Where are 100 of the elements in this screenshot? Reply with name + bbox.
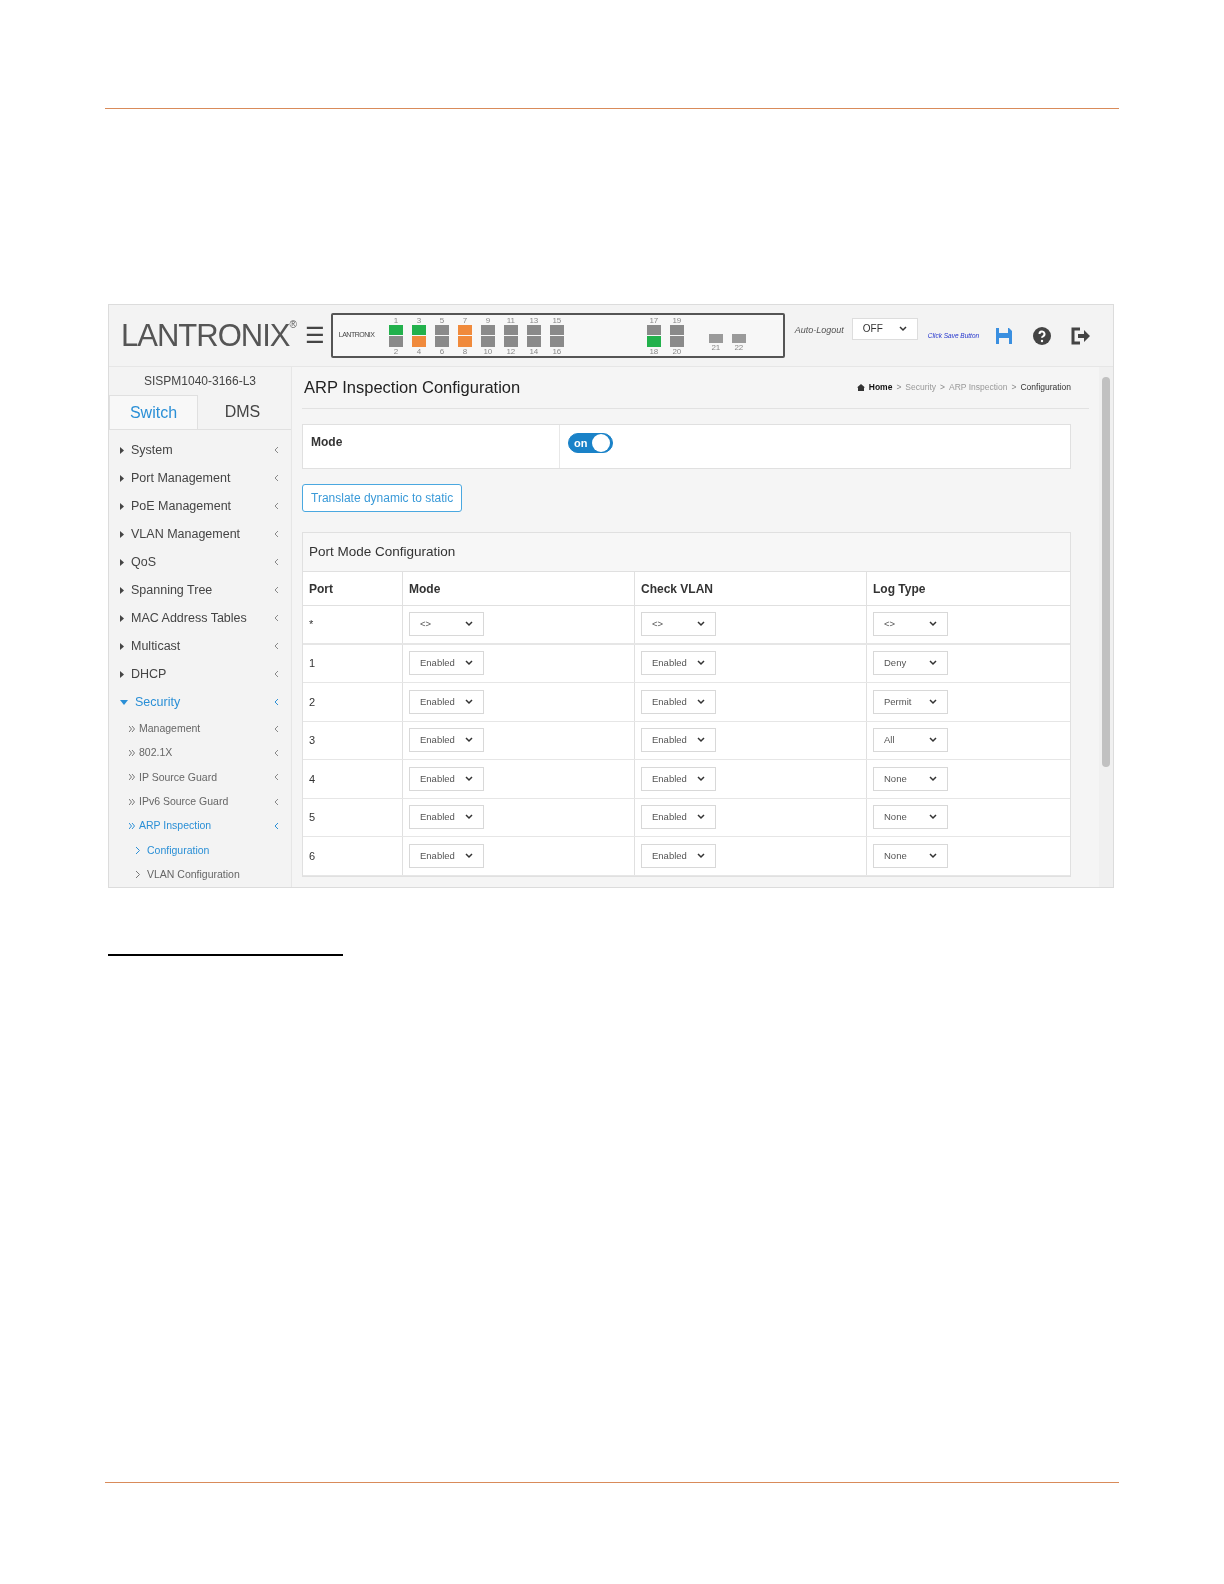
sidebar-subitem[interactable]: VLAN Configuration (109, 862, 291, 887)
caret-right-icon (120, 586, 124, 594)
save-icon[interactable] (995, 326, 1014, 345)
chevron-down-icon (697, 737, 705, 744)
chevron-icon (274, 614, 279, 623)
sidebar-subitem[interactable]: IP Source Guard (109, 765, 291, 790)
port-number: 7 (462, 315, 468, 325)
chevron-icon (274, 670, 279, 679)
port-cell-text: 4 (309, 771, 316, 787)
chevron-down-icon (465, 621, 473, 628)
mode-toggle[interactable]: on (568, 433, 613, 453)
chevron-icon (274, 773, 279, 782)
chevron-icon (274, 586, 279, 595)
uplink-port (708, 333, 723, 343)
menu-icon[interactable]: ☰ (304, 324, 325, 347)
port-number: 14 (529, 346, 539, 356)
port-number: 21 (711, 342, 721, 352)
port-number: 19 (672, 315, 682, 325)
port-number: 12 (506, 346, 516, 356)
port-number: 5 (439, 315, 445, 325)
chevron-down-icon (697, 621, 705, 628)
chevron-down-icon (898, 325, 907, 332)
scrollbar-thumb[interactable] (1102, 377, 1110, 767)
select-field[interactable]: <> (873, 612, 948, 637)
sidebar-item[interactable]: Port Management (109, 464, 291, 493)
select-field[interactable]: Deny (873, 651, 948, 676)
sidebar-subitem[interactable]: 802.1X (109, 740, 291, 766)
select-field[interactable]: Enabled (641, 805, 716, 830)
port-number: 11 (506, 315, 515, 325)
sidebar-tab[interactable]: DMS (198, 394, 287, 430)
port-cell-text: 1 (309, 656, 316, 671)
breadcrumb-link[interactable]: Home (868, 381, 893, 394)
logout-icon[interactable] (1071, 326, 1092, 345)
sidebar-item[interactable]: System (109, 436, 291, 465)
select-field[interactable]: None (873, 766, 948, 791)
select-field[interactable]: Enabled (641, 843, 716, 868)
select-field[interactable]: <> (641, 612, 716, 637)
chevron-icon (274, 724, 279, 733)
sidebar-item[interactable]: DHCP (109, 660, 291, 689)
select-field[interactable]: Enabled (641, 766, 716, 791)
select-field[interactable]: Permit (873, 689, 948, 714)
port-number: 2 (393, 346, 399, 356)
select-field[interactable]: None (873, 805, 948, 830)
chevron-down-icon (697, 852, 705, 859)
select-field[interactable]: Enabled (409, 728, 484, 753)
sidebar-item[interactable]: Spanning Tree (109, 576, 291, 605)
port-number: 10 (483, 346, 493, 356)
model-name: SISPM1040-3166-L3 (142, 372, 258, 390)
chevron-down-icon (697, 775, 705, 782)
port-cell-text: 3 (309, 733, 316, 748)
breadcrumb-separator: > (896, 381, 902, 394)
sidebar-item[interactable]: PoE Management (109, 492, 291, 521)
chevron-down-icon (465, 660, 473, 667)
port-number: 3 (416, 315, 422, 325)
chevron-down-icon (929, 775, 937, 782)
sidebar-subitem[interactable]: IPv6 Source Guard (109, 789, 291, 815)
sidebar-item[interactable]: MAC Address Tables (109, 604, 291, 633)
chevron-down-icon (465, 737, 473, 744)
chevron-icon (274, 749, 279, 757)
chevron-down-icon (929, 698, 937, 705)
chevron-icon (274, 474, 279, 483)
select-field[interactable]: Enabled (409, 805, 484, 830)
select-field[interactable]: All (873, 728, 948, 753)
panel-title: Port Mode Configuration (309, 542, 456, 561)
auto-logout-select[interactable]: OFF (851, 317, 918, 340)
select-field[interactable]: <> (409, 612, 484, 637)
chevron-icon (274, 642, 279, 651)
chevron-down-icon (465, 698, 473, 705)
select-field[interactable]: Enabled (641, 689, 716, 714)
caret-down-icon (120, 699, 128, 705)
port-cell-text: 2 (309, 694, 316, 710)
sidebar-subitem[interactable]: Management (109, 716, 291, 741)
port-number: 13 (529, 315, 539, 325)
port-cell-text: 6 (309, 848, 316, 864)
sidebar-item[interactable]: QoS (109, 548, 291, 577)
select-field[interactable]: Enabled (641, 728, 716, 753)
select-field[interactable]: Enabled (641, 651, 716, 676)
chevron-down-icon (465, 814, 473, 821)
port-cell-text: * (309, 617, 314, 632)
caret-right-icon (120, 614, 124, 622)
sidebar-item[interactable]: Multicast (109, 632, 291, 661)
select-field[interactable]: Enabled (409, 651, 484, 676)
registered-mark: ® (289, 320, 297, 330)
port-number: 17 (649, 315, 659, 325)
sidebar-item[interactable]: VLAN Management (109, 520, 291, 549)
select-field[interactable]: Enabled (409, 843, 484, 868)
chevron-icon (274, 502, 279, 511)
select-field[interactable]: None (873, 843, 948, 868)
column-header: Port (309, 580, 333, 598)
port-number: 15 (552, 315, 562, 325)
breadcrumb-separator: > (940, 381, 946, 394)
select-field[interactable]: Enabled (409, 766, 484, 791)
caret-right-icon (120, 642, 124, 650)
select-field[interactable]: Enabled (409, 689, 484, 714)
chevron-icon (274, 698, 279, 707)
logo-text: LANTRONIX (121, 320, 290, 351)
chevron-right-icon (136, 847, 140, 855)
double-chevron-icon (129, 750, 135, 756)
chevron-down-icon (929, 852, 937, 859)
help-icon[interactable] (1033, 326, 1052, 345)
